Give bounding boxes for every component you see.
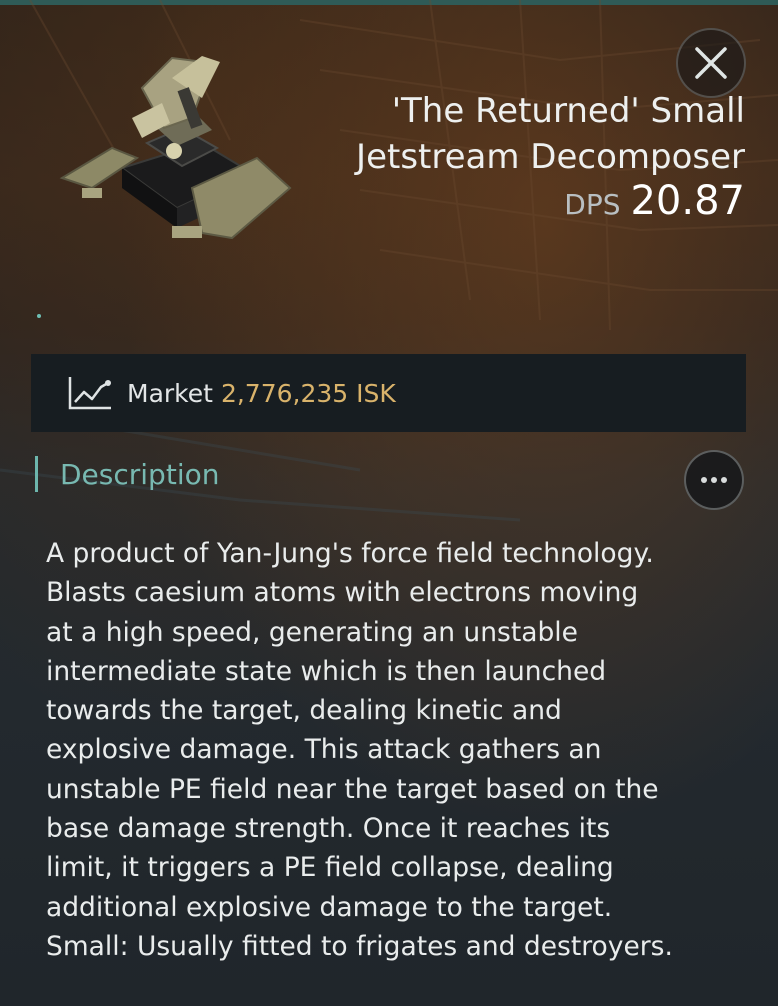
description-line: Blasts caesium atoms with electrons movi… [46,577,639,609]
section-accent-bar [35,456,38,492]
market-label: Market [127,378,213,408]
description-text: A product of Yan-Jung's force field tech… [46,534,746,966]
more-options-icon [701,477,707,483]
description-line: unstable PE field near the target based … [46,773,659,805]
description-line: A product of Yan-Jung's force field tech… [46,538,654,569]
item-title: 'The Returned' Small Jetstream Decompose… [225,88,745,180]
description-line: Small: Usually fitted to frigates and de… [46,930,673,962]
description-line: limit, it triggers a PE field collapse, … [46,852,614,884]
more-options-button[interactable] [684,450,744,510]
description-line: explosive damage. This attack gathers an [46,734,602,766]
market-price-bar[interactable]: Market 2,776,235 ISK [31,354,746,432]
description-line: intermediate state which is then launche… [46,655,607,687]
item-title-line-2: Jetstream Decomposer [356,137,745,177]
description-header: Description [35,454,219,494]
market-chart-icon [68,377,111,410]
item-info-screen: 'The Returned' Small Jetstream Decompose… [0,0,778,1006]
indicator-dot [37,314,41,318]
dps-stat: DPS 20.87 [564,178,745,224]
dps-label: DPS [564,188,621,221]
description-line: towards the target, dealing kinetic and [46,695,562,727]
dps-value: 20.87 [630,178,745,224]
item-title-line-1: 'The Returned' Small [391,91,745,131]
more-options-icon-dot [711,477,717,483]
description-line: base damage strength. Once it reaches it… [46,813,611,845]
description-line: additional explosive damage to the targe… [46,891,613,923]
market-value: 2,776,235 ISK [220,378,396,408]
description-line: at a high speed, generating an unstable [46,616,578,648]
description-title: Description [60,457,220,491]
close-icon [695,47,727,79]
more-options-icon-dot [721,477,727,483]
